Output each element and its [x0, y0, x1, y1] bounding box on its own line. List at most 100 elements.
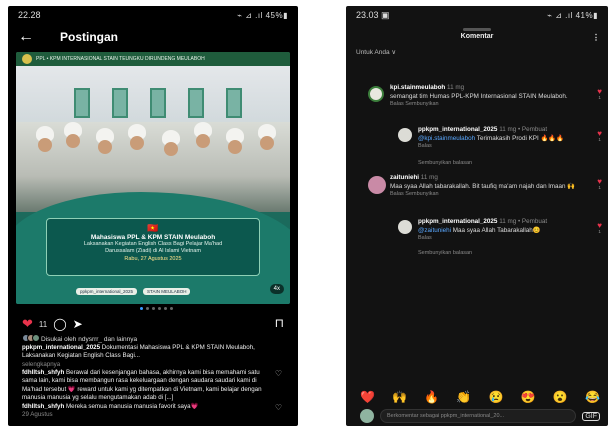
hide-replies-link[interactable]: Sembunyikan balasan — [418, 160, 472, 166]
commenter-avatar[interactable] — [368, 86, 384, 102]
reply-item: ppkpm_international_2025 11 mg • Pembuat… — [418, 218, 582, 242]
logo-icon — [22, 54, 32, 64]
banner-title: Mahasiswa PPL & KPM STAIN Meulaboh — [90, 234, 216, 241]
liked-by[interactable]: Disukai oleh ndysrrr_ dan lainnya — [22, 334, 137, 344]
status-bar: 23.03 ▣ ⌁ ⊿ .ıl 41%▮ — [346, 6, 608, 24]
comment-time: 11 mg — [447, 84, 465, 91]
hide-replies-link[interactable]: Sembunyikan balasan — [418, 250, 472, 256]
comment-text: semangat tim Humas PPL-KPM Internasional… — [390, 92, 568, 100]
image-header: PPL • KPM INTERNASIONAL STAIN TEUNGKU DI… — [16, 52, 290, 66]
comment-input[interactable]: Berkomentar sebagai ppkpm_international_… — [380, 409, 577, 423]
commenter-avatar[interactable] — [368, 176, 386, 194]
comment-text: Maa syaa Allah tabarakallah. Bit taufiq … — [390, 182, 576, 190]
back-arrow-icon[interactable]: ← — [18, 28, 34, 46]
comments-title: Komentar ⋮ — [346, 33, 608, 42]
banner-line-3: Darussalam (Ziadi) di Al Islami Vietnam — [105, 247, 201, 254]
emoji-clap-button[interactable]: 👏 — [456, 390, 471, 404]
comment-like-icon[interactable]: ♥ 1 — [597, 88, 602, 101]
comment-time: 11 mg — [420, 174, 438, 181]
comment-item: fdhlltsh_shfyh Berawal dari kesenjangan … — [22, 369, 288, 402]
heart-icon[interactable]: ❤ — [22, 316, 33, 332]
caption-area: ppkpm_international_2025 Dokumentasi Mah… — [22, 344, 288, 419]
comment-username[interactable]: zaituniehi — [390, 174, 419, 181]
comment-like-icon[interactable]: ♥ 1 — [597, 222, 602, 235]
emoji-cry-button[interactable]: 😢 — [489, 390, 504, 404]
comment-username[interactable]: ppkpm_international_2025 — [418, 126, 497, 133]
avatar — [360, 409, 374, 423]
comment-like-count: 1 — [598, 229, 601, 234]
comment-actions[interactable]: Balas Sembunyikan — [390, 101, 580, 108]
emoji-raised-hands-button[interactable]: 🙌 — [392, 390, 407, 404]
comment-time: 11 mg • Pembuat — [499, 218, 548, 225]
comments-title-text: Komentar — [460, 33, 494, 40]
comment-input-row: Berkomentar sebagai ppkpm_international_… — [360, 408, 600, 424]
image-header-text: PPL • KPM INTERNASIONAL STAIN TEUNGKU DI… — [36, 56, 205, 62]
footer-pill: ppkpm_international_2025 — [76, 288, 138, 295]
gif-button[interactable]: GIF — [582, 411, 600, 421]
banner-date: Rabu, 27 Agustus 2025 — [124, 256, 182, 263]
comment-text: Mereka semua manusia manusia favorit say… — [66, 402, 199, 410]
sheet-handle[interactable] — [463, 28, 491, 31]
emoji-heart-eyes-button[interactable]: 😍 — [521, 390, 536, 404]
flag-icon: 🇻🇳 — [147, 223, 159, 233]
bookmark-icon[interactable]: ⊓ — [275, 316, 284, 330]
reply-button[interactable]: Balas — [418, 235, 582, 242]
comment-time: 29 Agustus — [22, 410, 53, 418]
like-count: 11 — [38, 319, 48, 329]
comment-like-icon[interactable]: ♥ 1 — [597, 130, 602, 143]
carousel-counter: 4x — [269, 284, 284, 294]
comment-like-icon[interactable]: ♥ 1 — [597, 178, 602, 191]
comment-text: Maa syaa Allah Tabarakallah😊 — [452, 226, 541, 234]
emoji-bar: ❤️ 🙌 🔥 👏 😢 😍 😮 😂 — [360, 390, 600, 404]
comment-item: kpi.stainmeulaboh 11 mg semangat tim Hum… — [390, 84, 580, 108]
reply-button[interactable]: Balas — [418, 143, 582, 150]
status-indicators: ⌁ ⊿ .ıl 41%▮ — [547, 10, 598, 20]
status-time: 23.03 ▣ — [356, 9, 390, 20]
status-indicators: ⌁ ⊿ .ıl 45%▮ — [237, 10, 288, 20]
footer-pill: STAIN MEULABOH — [143, 288, 191, 295]
comment-icon[interactable]: ◯ — [53, 317, 66, 331]
page-title: Postingan — [60, 30, 119, 44]
status-time: 22.28 — [18, 10, 41, 20]
comment-username[interactable]: ppkpm_international_2025 — [418, 218, 497, 225]
reply-item: ppkpm_international_2025 11 mg • Pembuat… — [418, 126, 582, 150]
replier-avatar[interactable] — [398, 128, 412, 142]
carousel-dots — [140, 307, 173, 310]
comment-heart-icon[interactable]: ♡ — [275, 369, 282, 380]
comments-screen: 23.03 ▣ ⌁ ⊿ .ıl 41%▮ Komentar ⋮ Untuk An… — [346, 6, 608, 426]
comment-actions[interactable]: Balas Sembunyikan — [390, 191, 580, 198]
comment-item: zaituniehi 11 mg Maa syaa Allah tabaraka… — [390, 174, 580, 198]
image-banner: 🇻🇳 Mahasiswa PPL & KPM STAIN Meulaboh La… — [46, 218, 260, 276]
banner-line-2: Laksanakan Kegiatan English Class Bagi P… — [83, 241, 223, 247]
post-header: ← Postingan — [8, 24, 298, 50]
post-image[interactable]: PPL • KPM INTERNASIONAL STAIN TEUNGKU DI… — [16, 52, 290, 304]
comment-username[interactable]: fdhlltsh_shfyh — [22, 403, 64, 410]
caption-username[interactable]: ppkpm_international_2025 — [22, 344, 100, 351]
emoji-laugh-button[interactable]: 😂 — [585, 390, 600, 404]
mention-link[interactable]: @kpi.stainmeulaboh — [418, 135, 475, 142]
mention-link[interactable]: @zaituniehi — [418, 227, 451, 234]
liked-by-text: Disukai oleh ndysrrr_ dan lainnya — [41, 335, 138, 343]
comment-like-count: 1 — [598, 185, 601, 190]
comment-like-count: 1 — [598, 95, 601, 100]
see-more-link[interactable]: selengkapnya — [22, 361, 288, 369]
comment-time: 11 mg • Pembuat — [499, 126, 548, 133]
emoji-fire-button[interactable]: 🔥 — [424, 390, 439, 404]
post-screen: 22.28 ⌁ ⊿ .ıl 45%▮ ← Postingan PPL • KPM… — [8, 6, 298, 426]
image-footer: ppkpm_international_2025 STAIN MEULABOH — [76, 288, 191, 295]
emoji-heart-button[interactable]: ❤️ — [360, 390, 375, 404]
comment-username[interactable]: fdhlltsh_shfyh — [22, 369, 64, 376]
post-actions: ❤ 11 ◯ ➤ — [22, 316, 83, 332]
status-bar: 22.28 ⌁ ⊿ .ıl 45%▮ — [8, 6, 298, 24]
comment-item: fdhlltsh_shfyh Mereka semua manusia manu… — [22, 403, 288, 420]
comment-text: Terimakasih Prodi KPI 🔥🔥🔥 — [476, 134, 565, 142]
comment-username[interactable]: kpi.stainmeulaboh — [390, 84, 445, 91]
comment-filter[interactable]: Untuk Anda ∨ — [346, 40, 608, 60]
emoji-surprised-button[interactable]: 😮 — [553, 390, 568, 404]
replier-avatar[interactable] — [398, 220, 412, 234]
more-options-icon[interactable]: ⋮ — [592, 33, 600, 42]
comment-like-count: 1 — [598, 137, 601, 142]
comment-heart-icon[interactable]: ♡ — [275, 403, 282, 414]
share-icon[interactable]: ➤ — [73, 317, 83, 331]
post-caption: ppkpm_international_2025 Dokumentasi Mah… — [22, 344, 288, 369]
